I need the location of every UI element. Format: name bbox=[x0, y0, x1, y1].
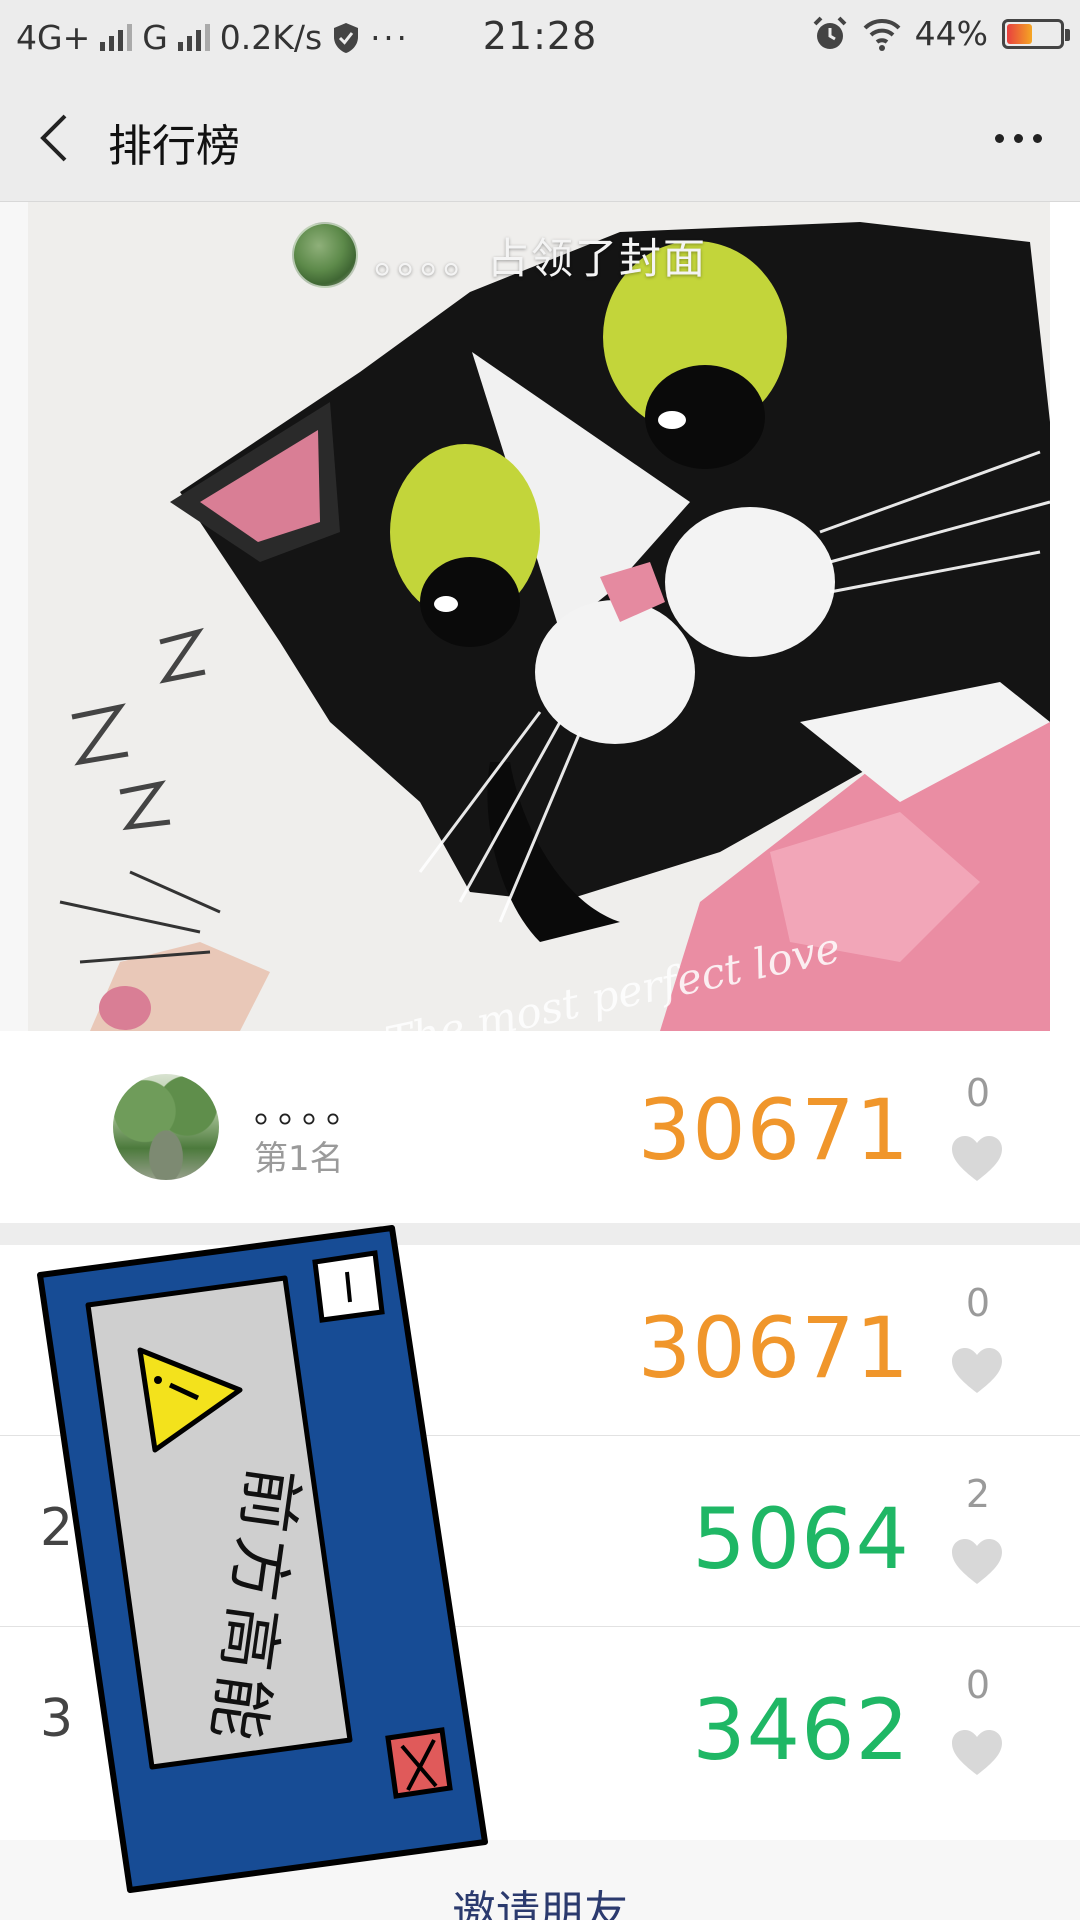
rank-label: 第1名 bbox=[254, 1139, 344, 1179]
avatar bbox=[292, 222, 358, 288]
warning-sticker: 前方高能 bbox=[37, 1225, 488, 1893]
battery-icon bbox=[1002, 18, 1070, 49]
more-dot-icon bbox=[1032, 133, 1042, 143]
cover-caption: 。。。。占领了封面 bbox=[292, 222, 707, 288]
user-name: 。。。。 bbox=[254, 1090, 369, 1131]
page-title: 排行榜 bbox=[108, 121, 240, 172]
wifi-icon bbox=[863, 18, 901, 51]
step-count: 30671 bbox=[637, 1081, 910, 1179]
battery-percent: 44% bbox=[914, 14, 988, 53]
cat-illustration: The most perfect love bbox=[0, 202, 1080, 1031]
like-count: 2 bbox=[965, 1472, 991, 1516]
cover-owner-name: 。。。。 bbox=[374, 233, 488, 283]
step-count: 3462 bbox=[692, 1681, 910, 1779]
alarm-icon bbox=[813, 16, 847, 49]
heart-icon[interactable] bbox=[950, 1729, 1004, 1777]
like-count: 0 bbox=[965, 1281, 991, 1325]
more-dot-icon bbox=[994, 133, 1004, 143]
status-bar: 4G+ G 0.2K/s ··· 21:28 44% bbox=[0, 0, 1080, 74]
step-count: 30671 bbox=[637, 1299, 910, 1397]
chevron-left-icon bbox=[40, 114, 67, 162]
my-rank-row[interactable]: 。。。。 第1名 30671 0 bbox=[0, 1031, 1080, 1223]
cover-action-text: 占领了封面 bbox=[487, 233, 708, 283]
back-button[interactable] bbox=[24, 104, 84, 172]
heart-icon[interactable] bbox=[950, 1538, 1004, 1586]
cover-image[interactable]: The most perfect love 。。。。占领了封面 bbox=[0, 202, 1080, 1031]
avatar[interactable] bbox=[113, 1074, 219, 1180]
more-dot-icon bbox=[1013, 133, 1023, 143]
more-options-button[interactable] bbox=[982, 114, 1054, 162]
heart-icon[interactable] bbox=[950, 1135, 1004, 1183]
like-count: 0 bbox=[965, 1663, 991, 1707]
status-right: 44% bbox=[811, 14, 1070, 53]
step-count: 5064 bbox=[692, 1490, 910, 1588]
heart-icon[interactable] bbox=[950, 1347, 1004, 1395]
battery-fill bbox=[1007, 23, 1032, 44]
like-count: 0 bbox=[965, 1071, 991, 1115]
nav-bar: 排行榜 bbox=[0, 74, 1080, 202]
